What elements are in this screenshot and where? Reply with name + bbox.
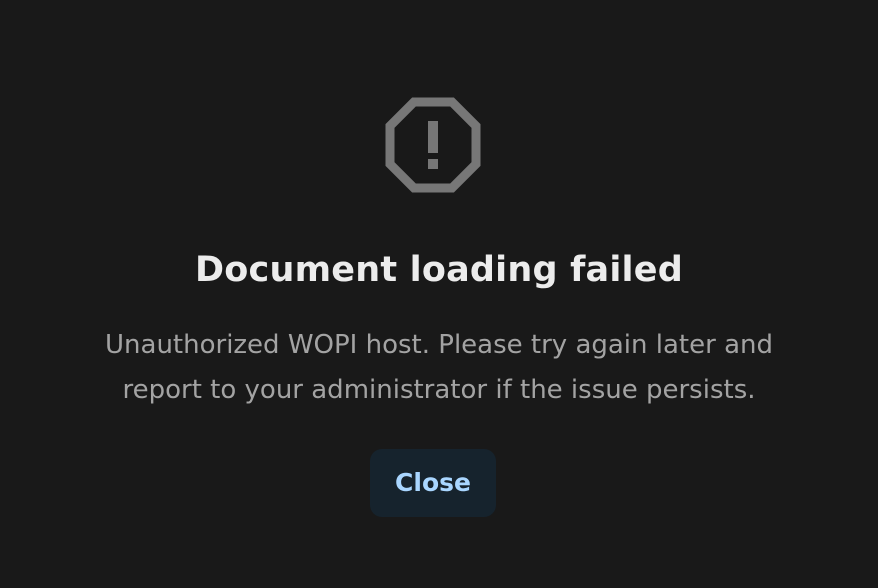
error-page: Document loading failed Unauthorized WOP… bbox=[0, 0, 878, 588]
close-button[interactable]: Close bbox=[370, 449, 496, 517]
error-message: Unauthorized WOPI host. Please try again… bbox=[60, 323, 818, 413]
warning-octagon-icon bbox=[384, 96, 482, 194]
error-message-line-1: Unauthorized WOPI host. Please try again… bbox=[105, 330, 773, 360]
error-message-line-2: report to your administrator if the issu… bbox=[122, 375, 756, 405]
error-title: Document loading failed bbox=[195, 250, 683, 290]
